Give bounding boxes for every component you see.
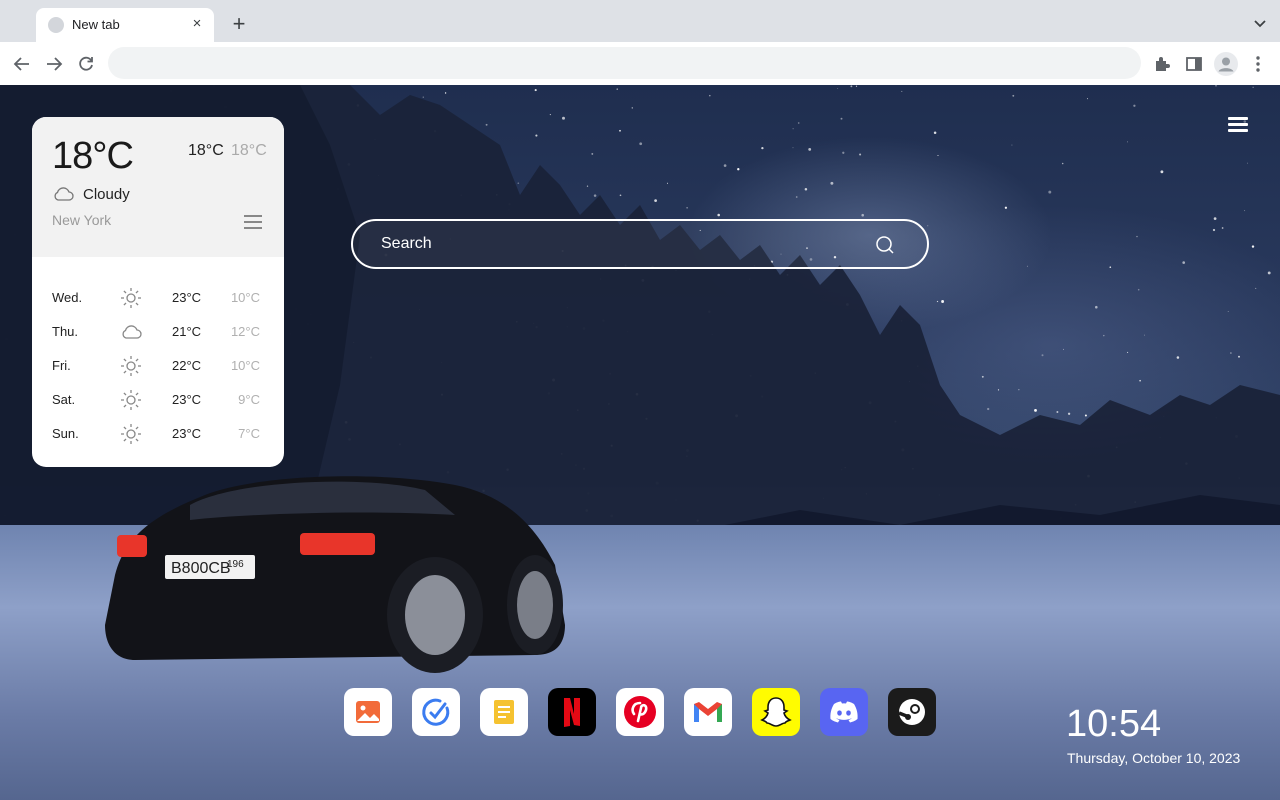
weather-forecast: Wed. 23°C 10°C Thu. 21°C 12°C Fri. 22°C … bbox=[32, 257, 284, 453]
forward-arrow-icon[interactable] bbox=[43, 53, 65, 75]
new-tab-button[interactable]: + bbox=[228, 13, 250, 35]
notes-icon bbox=[480, 688, 528, 736]
discord-app-button[interactable] bbox=[820, 688, 868, 736]
forecast-row: Sun. 23°C 7°C bbox=[32, 419, 284, 453]
snapchat-app-button[interactable] bbox=[752, 688, 800, 736]
steam-app-button[interactable] bbox=[888, 688, 936, 736]
forecast-day: Wed. bbox=[52, 290, 83, 305]
tab-strip: New tab × + bbox=[0, 0, 1280, 42]
browser-toolbar bbox=[0, 42, 1280, 85]
forecast-low: 9°C bbox=[238, 392, 260, 407]
sun-icon bbox=[121, 356, 141, 376]
weather-widget: 18°C 18°C 18°C Cloudy New York Wed. 23°C… bbox=[32, 117, 284, 467]
forecast-high: 23°C bbox=[172, 290, 202, 305]
current-temperature: 18°C bbox=[52, 135, 134, 177]
more-vert-icon[interactable] bbox=[1247, 53, 1269, 75]
back-arrow-icon[interactable] bbox=[11, 53, 33, 75]
extensions-puzzle-icon[interactable] bbox=[1151, 53, 1173, 75]
weather-condition: Cloudy bbox=[83, 186, 130, 203]
weather-current: 18°C 18°C 18°C Cloudy New York bbox=[32, 117, 284, 257]
pinterest-icon bbox=[616, 688, 664, 736]
car-photo: B800CB 196 bbox=[105, 476, 565, 673]
forecast-row: Wed. 23°C 10°C bbox=[32, 283, 284, 317]
side-panel-icon[interactable] bbox=[1183, 53, 1205, 75]
tab-favicon-icon bbox=[48, 17, 64, 33]
search-icon[interactable] bbox=[875, 235, 895, 255]
chevron-down-icon[interactable] bbox=[1252, 15, 1268, 31]
today-high: 18°C bbox=[188, 142, 224, 159]
steam-icon bbox=[888, 688, 936, 736]
search-input[interactable] bbox=[381, 221, 861, 267]
gallery-app-button[interactable] bbox=[344, 688, 392, 736]
cloud-icon bbox=[54, 187, 74, 201]
sun-icon bbox=[121, 390, 141, 410]
pinterest-app-button[interactable] bbox=[616, 688, 664, 736]
search-bar bbox=[351, 219, 929, 269]
forecast-day: Sat. bbox=[52, 392, 76, 407]
forecast-low: 7°C bbox=[238, 426, 260, 441]
reload-icon[interactable] bbox=[75, 53, 97, 75]
forecast-low: 12°C bbox=[230, 324, 260, 339]
clock-date: Thursday, October 10, 2023 bbox=[1067, 750, 1241, 766]
forecast-high: 21°C bbox=[172, 324, 202, 339]
weather-city: New York bbox=[52, 212, 112, 228]
gallery-icon bbox=[344, 688, 392, 736]
sun-icon bbox=[121, 424, 141, 444]
list-icon[interactable] bbox=[244, 215, 262, 229]
cloud-icon bbox=[122, 325, 142, 339]
sun-icon bbox=[121, 288, 141, 308]
forecast-row: Sat. 23°C 9°C bbox=[32, 385, 284, 419]
forecast-high: 23°C bbox=[172, 426, 202, 441]
profile-avatar-icon[interactable] bbox=[1214, 52, 1238, 76]
todo-app-button[interactable] bbox=[412, 688, 460, 736]
forecast-day: Thu. bbox=[52, 324, 79, 339]
tab-new-tab[interactable]: New tab × bbox=[36, 8, 214, 42]
gmail-app-button[interactable] bbox=[684, 688, 732, 736]
notes-app-button[interactable] bbox=[480, 688, 528, 736]
forecast-row: Fri. 22°C 10°C bbox=[32, 351, 284, 385]
forecast-day: Sun. bbox=[52, 426, 79, 441]
todo-check-icon bbox=[412, 688, 460, 736]
today-low: 18°C bbox=[231, 142, 267, 159]
forecast-low: 10°C bbox=[230, 290, 260, 305]
snapchat-ghost-icon bbox=[752, 688, 800, 736]
netflix-icon bbox=[548, 688, 596, 736]
address-bar[interactable] bbox=[108, 47, 1141, 79]
menu-icon[interactable] bbox=[1228, 117, 1248, 133]
tab-title: New tab bbox=[72, 17, 120, 32]
forecast-day: Fri. bbox=[52, 358, 71, 373]
clock-time: 10:54 bbox=[1066, 703, 1162, 745]
forecast-low: 10°C bbox=[230, 358, 260, 373]
svg-text:B800CB: B800CB bbox=[171, 560, 231, 577]
forecast-high: 22°C bbox=[172, 358, 202, 373]
svg-text:196: 196 bbox=[227, 559, 244, 570]
new-tab-page: B800CB 196 18°C 18°C 18°C Cloudy New Yor… bbox=[0, 85, 1280, 800]
tab-close-button[interactable]: × bbox=[188, 15, 206, 33]
gmail-icon bbox=[684, 688, 732, 736]
forecast-row: Thu. 21°C 12°C bbox=[32, 317, 284, 351]
forecast-high: 23°C bbox=[172, 392, 202, 407]
netflix-app-button[interactable] bbox=[548, 688, 596, 736]
discord-icon bbox=[820, 688, 868, 736]
